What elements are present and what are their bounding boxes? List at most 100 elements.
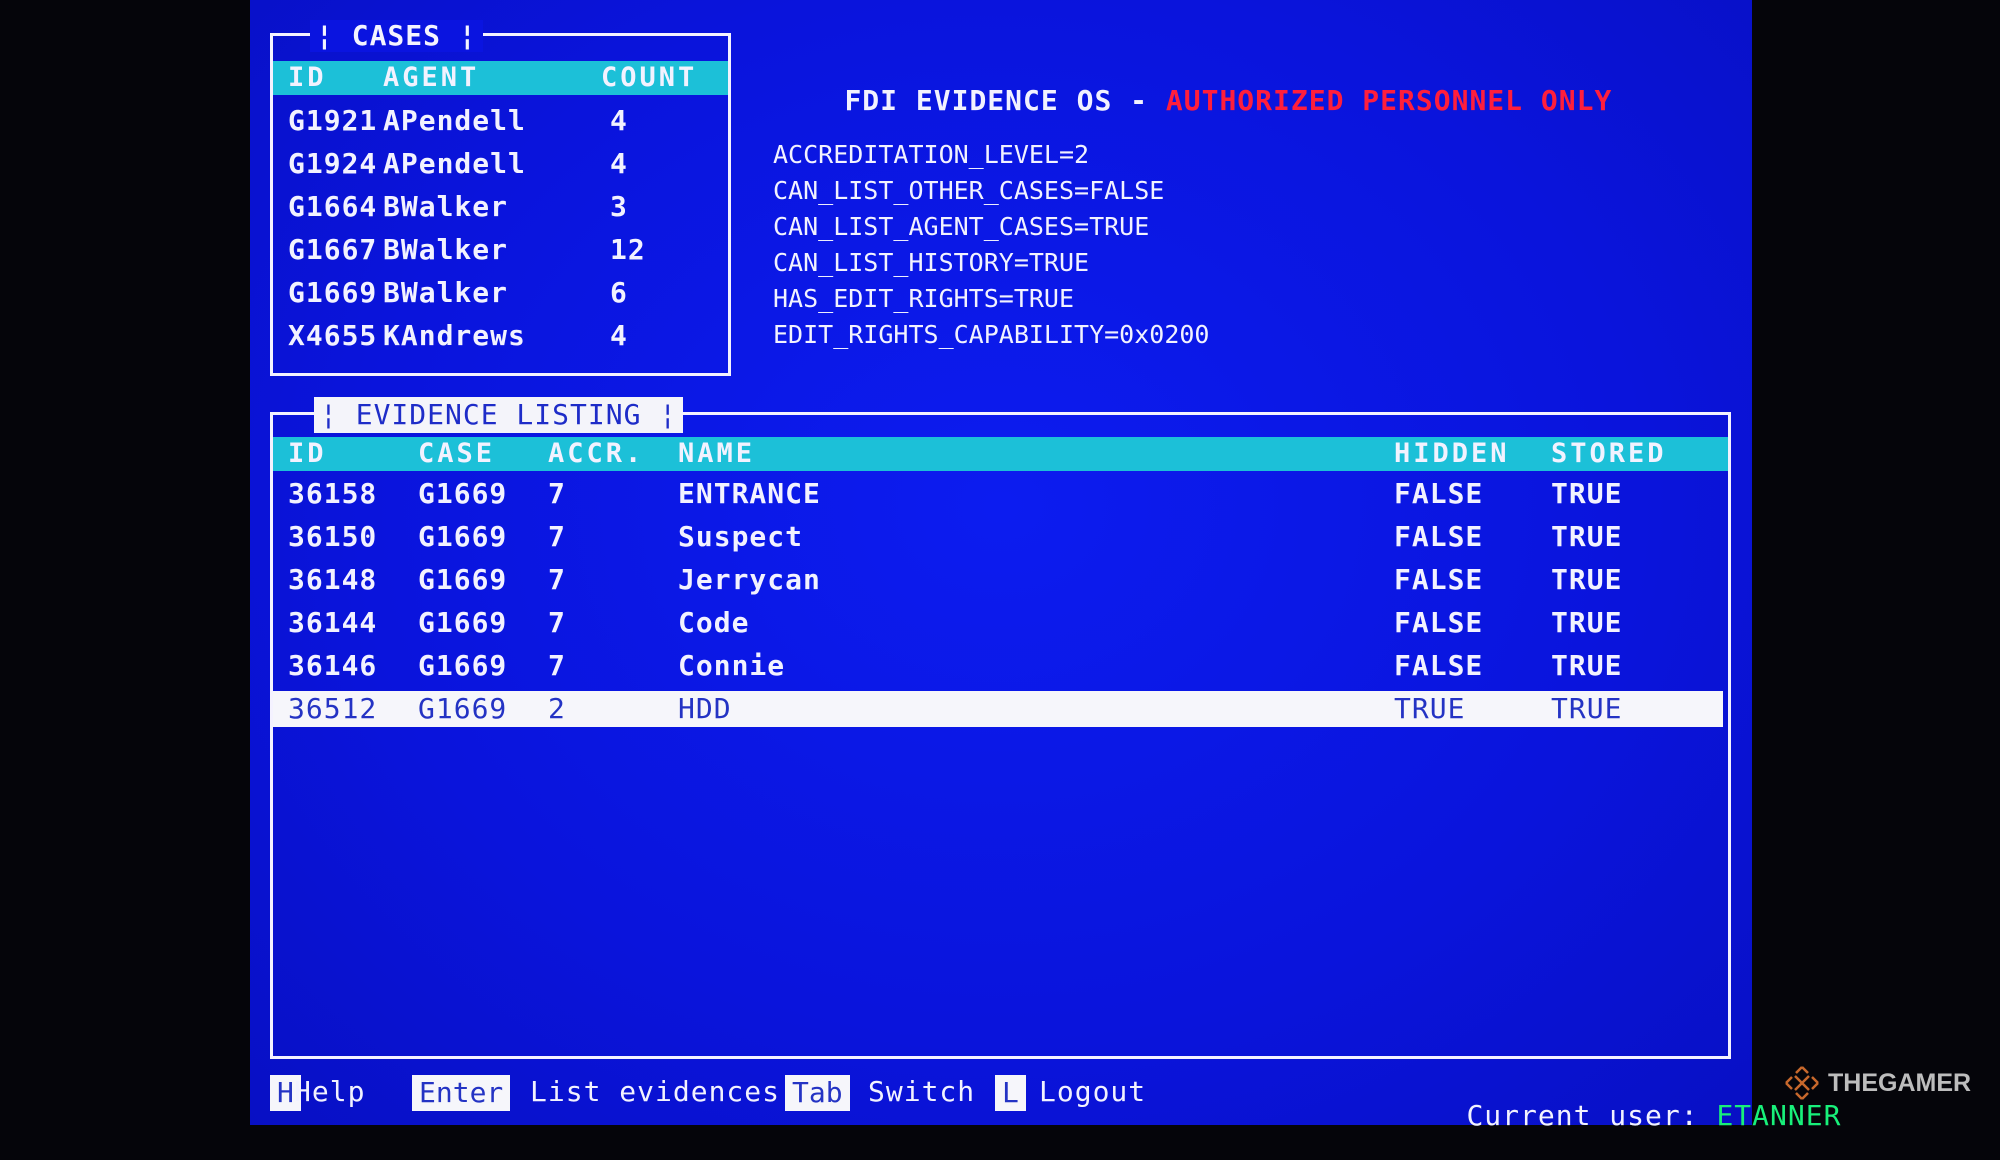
- shortcut-key-tab[interactable]: Tab: [785, 1075, 850, 1111]
- os-title: FDI EVIDENCE OS - AUTHORIZED PERSONNEL O…: [773, 59, 1612, 143]
- cases-col-agent: AGENT: [383, 62, 480, 93]
- evidence-id: 36144: [288, 606, 378, 639]
- case-agent: APendell: [383, 147, 526, 180]
- evidence-name: Jerrycan: [678, 563, 821, 596]
- evidence-stored: TRUE: [1551, 606, 1623, 639]
- evidence-name: ENTRANCE: [678, 477, 821, 510]
- evidence-row[interactable]: 36150 G1669 7 Suspect FALSE TRUE: [273, 519, 1723, 555]
- evidence-hidden: FALSE: [1394, 563, 1484, 596]
- evidence-panel[interactable]: ID CASE ACCR. NAME HIDDEN STORED 36158 G1…: [270, 412, 1731, 1059]
- case-count: 4: [610, 319, 628, 352]
- case-row[interactable]: G1664 BWalker 3: [273, 189, 728, 225]
- current-user-name: ETANNER: [1716, 1099, 1842, 1132]
- evidence-accr: 2: [548, 692, 566, 725]
- case-row[interactable]: X4655 KAndrews 4: [273, 318, 728, 354]
- shortcut-key-l[interactable]: L: [995, 1075, 1026, 1111]
- evidence-hidden: FALSE: [1394, 606, 1484, 639]
- evidence-accr: 7: [548, 477, 566, 510]
- case-count: 4: [610, 147, 628, 180]
- evidence-stored: TRUE: [1551, 563, 1623, 596]
- cases-col-count: COUNT: [601, 62, 698, 93]
- shortcut-label-switch[interactable]: Switch: [868, 1078, 975, 1106]
- case-agent: APendell: [383, 104, 526, 137]
- evidence-accr: 7: [548, 563, 566, 596]
- case-count: 3: [610, 190, 628, 223]
- evidence-col-name: NAME: [678, 438, 756, 469]
- evidence-col-case: CASE: [418, 438, 496, 469]
- case-agent: BWalker: [383, 233, 509, 266]
- config-line: CAN_LIST_AGENT_CASES=TRUE: [773, 212, 1150, 241]
- evidence-stored: TRUE: [1551, 692, 1623, 725]
- current-user: Current user: ETANNER: [1395, 1074, 1841, 1158]
- evidence-name: HDD: [678, 692, 732, 725]
- evidence-accr: 7: [548, 649, 566, 682]
- case-id: X4655: [288, 319, 378, 352]
- evidence-hidden: FALSE: [1394, 520, 1484, 553]
- evidence-hidden: FALSE: [1394, 649, 1484, 682]
- evidence-col-stored: STORED: [1551, 438, 1667, 469]
- shortcut-label-list-evidences[interactable]: List evidences: [530, 1078, 780, 1106]
- case-row[interactable]: G1921 APendell 4: [273, 103, 728, 139]
- shortcut-label-logout[interactable]: Logout: [1039, 1078, 1146, 1106]
- evidence-id: 36512: [288, 692, 378, 725]
- cases-header-row: ID AGENT COUNT: [273, 61, 728, 95]
- evidence-name: Suspect: [678, 520, 804, 553]
- evidence-row[interactable]: 36144 G1669 7 Code FALSE TRUE: [273, 605, 1723, 641]
- case-count: 6: [610, 276, 628, 309]
- terminal-screen: ID AGENT COUNT G1921 APendell 4 G1924 APende…: [250, 0, 1840, 1130]
- config-line: EDIT_RIGHTS_CAPABILITY=0x0200: [773, 320, 1210, 349]
- case-row[interactable]: G1667 BWalker 12: [273, 232, 728, 268]
- case-row[interactable]: G1924 APendell 4: [273, 146, 728, 182]
- case-count: 12: [610, 233, 646, 266]
- evidence-hidden: TRUE: [1394, 692, 1466, 725]
- case-agent: BWalker: [383, 276, 509, 309]
- case-agent: KAndrews: [383, 319, 526, 352]
- case-id: G1921: [288, 104, 378, 137]
- evidence-case: G1669: [418, 606, 508, 639]
- evidence-name: Code: [678, 606, 750, 639]
- thegamer-logo-icon: [1785, 1066, 1819, 1100]
- case-id: G1924: [288, 147, 378, 180]
- evidence-id: 36150: [288, 520, 378, 553]
- evidence-row[interactable]: 36512 G1669 2 HDD TRUE TRUE: [273, 691, 1723, 727]
- evidence-row[interactable]: 36158 G1669 7 ENTRANCE FALSE TRUE: [273, 476, 1723, 512]
- evidence-case: G1669: [418, 477, 508, 510]
- case-agent: BWalker: [383, 190, 509, 223]
- evidence-stored: TRUE: [1551, 477, 1623, 510]
- config-line: HAS_EDIT_RIGHTS=TRUE: [773, 284, 1075, 313]
- evidence-row[interactable]: 36148 G1669 7 Jerrycan FALSE TRUE: [273, 562, 1723, 598]
- case-id: G1669: [288, 276, 378, 309]
- authorized-warning: AUTHORIZED PERSONNEL ONLY: [1165, 84, 1613, 117]
- evidence-id: 36158: [288, 477, 378, 510]
- watermark-text: THEGAMER: [1828, 1068, 1972, 1097]
- evidence-id: 36148: [288, 563, 378, 596]
- evidence-case: G1669: [418, 563, 508, 596]
- shortcut-label-help[interactable]: Help: [294, 1078, 365, 1106]
- evidence-col-accr: ACCR.: [548, 438, 645, 469]
- cases-panel: ID AGENT COUNT G1921 APendell 4 G1924 APende…: [270, 33, 731, 376]
- evidence-row[interactable]: 36146 G1669 7 Connie FALSE TRUE: [273, 648, 1723, 684]
- evidence-case: G1669: [418, 692, 508, 725]
- os-title-text: FDI EVIDENCE OS -: [844, 84, 1166, 117]
- case-row[interactable]: G1669 BWalker 6: [273, 275, 728, 311]
- case-id: G1667: [288, 233, 378, 266]
- evidence-col-hidden: HIDDEN: [1394, 438, 1510, 469]
- case-count: 4: [610, 104, 628, 137]
- config-line: CAN_LIST_HISTORY=TRUE: [773, 248, 1090, 277]
- evidence-header-row: ID CASE ACCR. NAME HIDDEN STORED: [273, 437, 1728, 471]
- evidence-panel-title: ¦ EVIDENCE LISTING ¦: [314, 397, 684, 433]
- watermark: THEGAMER: [1782, 1063, 1971, 1103]
- evidence-accr: 7: [548, 520, 566, 553]
- evidence-stored: TRUE: [1551, 520, 1623, 553]
- current-user-label: Current user:: [1466, 1099, 1699, 1132]
- cases-panel-title: ¦ CASES ¦: [310, 20, 483, 52]
- evidence-id: 36146: [288, 649, 378, 682]
- evidence-hidden: FALSE: [1394, 477, 1484, 510]
- evidence-case: G1669: [418, 649, 508, 682]
- config-line: ACCREDITATION_LEVEL=2: [773, 140, 1090, 169]
- config-line: CAN_LIST_OTHER_CASES=FALSE: [773, 176, 1165, 205]
- shortcut-key-enter[interactable]: Enter: [412, 1075, 511, 1111]
- evidence-case: G1669: [418, 520, 508, 553]
- case-id: G1664: [288, 190, 378, 223]
- cases-col-id: ID: [288, 62, 327, 93]
